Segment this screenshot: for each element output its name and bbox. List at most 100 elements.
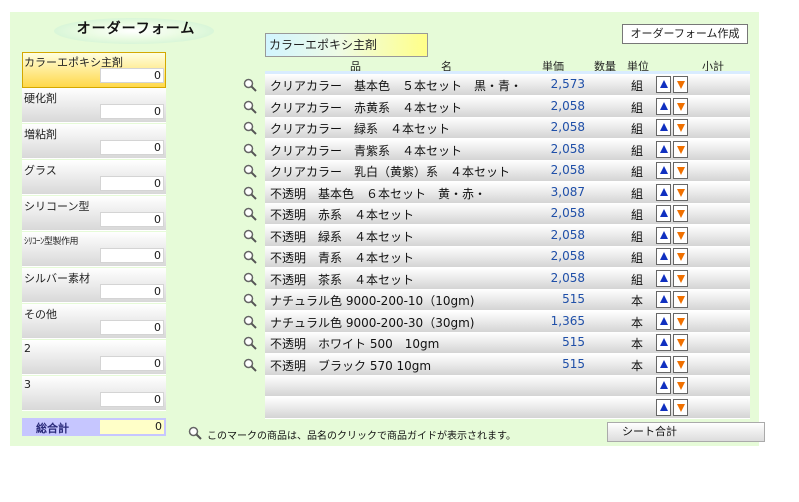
unit-price: 2,058 <box>550 142 585 156</box>
category-item[interactable]: シリコーン型 0 <box>22 196 166 232</box>
unit-price: 2,058 <box>550 206 585 220</box>
increase-quantity-button[interactable] <box>656 270 671 287</box>
increase-quantity-button[interactable] <box>656 356 671 373</box>
subtotal-cell <box>691 183 750 201</box>
category-item[interactable]: 2 0 <box>22 340 166 376</box>
magnifier-icon[interactable] <box>243 143 257 157</box>
category-count: 0 <box>100 176 164 191</box>
increase-quantity-button[interactable] <box>656 313 671 330</box>
magnifier-icon <box>188 426 202 440</box>
increase-quantity-button[interactable] <box>656 399 671 416</box>
arrow-down-icon <box>677 296 685 304</box>
magnifier-icon[interactable] <box>243 250 257 264</box>
increase-quantity-button[interactable] <box>656 334 671 351</box>
magnifier-icon[interactable] <box>243 315 257 329</box>
increase-quantity-button[interactable] <box>656 141 671 158</box>
subtotal-cell <box>691 247 750 265</box>
category-item[interactable]: 硬化剤 0 <box>22 88 166 124</box>
magnifier-icon[interactable] <box>243 186 257 200</box>
category-item[interactable]: グラス 0 <box>22 160 166 196</box>
sheet-total-button[interactable]: シート合計 <box>607 422 765 442</box>
decrease-quantity-button[interactable] <box>673 98 688 115</box>
product-name[interactable]: ナチュラル色 9000-200-30（30gm) <box>270 314 474 331</box>
table-row: 不透明 ブラック 570 10gm 515 本 <box>265 354 750 376</box>
increase-quantity-button[interactable] <box>656 76 671 93</box>
table-row: クリアカラー 赤黄系 ４本セット 2,058 組 <box>265 96 750 118</box>
decrease-quantity-button[interactable] <box>673 205 688 222</box>
product-name[interactable]: 不透明 ホワイト 500 10gm <box>270 335 439 352</box>
decrease-quantity-button[interactable] <box>673 162 688 179</box>
unit-price: 3,087 <box>550 185 585 199</box>
increase-quantity-button[interactable] <box>656 98 671 115</box>
order-form-app: オーダーフォーム カラーエポキシ主剤 0 硬化剤 0 増粘剤 0 グラス 0 シ… <box>10 12 765 446</box>
decrease-quantity-button[interactable] <box>673 270 688 287</box>
product-name[interactable]: ナチュラル色 9000-200-10（10gm) <box>270 292 474 309</box>
arrow-up-icon <box>660 188 668 196</box>
decrease-quantity-button[interactable] <box>673 248 688 265</box>
increase-quantity-button[interactable] <box>656 119 671 136</box>
magnifier-icon[interactable] <box>243 336 257 350</box>
arrow-down-icon <box>677 382 685 390</box>
increase-quantity-button[interactable] <box>656 377 671 394</box>
magnifier-icon[interactable] <box>243 100 257 114</box>
magnifier-icon[interactable] <box>243 293 257 307</box>
decrease-quantity-button[interactable] <box>673 399 688 416</box>
unit-label: 本 <box>631 294 644 308</box>
decrease-quantity-button[interactable] <box>673 76 688 93</box>
unit-label: 組 <box>631 79 644 93</box>
subtotal-cell <box>691 333 750 351</box>
subtotal-cell <box>691 355 750 373</box>
category-item[interactable]: ｼﾘｺｰﾝ型製作用 0 <box>22 232 166 268</box>
arrow-up-icon <box>660 231 668 239</box>
magnifier-icon[interactable] <box>243 78 257 92</box>
magnifier-icon[interactable] <box>243 207 257 221</box>
unit-price: 2,058 <box>550 271 585 285</box>
product-name[interactable]: 不透明 ブラック 570 10gm <box>270 357 431 374</box>
increase-quantity-button[interactable] <box>656 227 671 244</box>
category-item[interactable]: その他 0 <box>22 304 166 340</box>
product-name[interactable]: クリアカラー 赤黄系 ４本セット <box>270 99 462 116</box>
category-item[interactable]: カラーエポキシ主剤 0 <box>22 52 166 88</box>
category-sidebar: カラーエポキシ主剤 0 硬化剤 0 増粘剤 0 グラス 0 シリコーン型 0 ｼ… <box>22 52 166 412</box>
decrease-quantity-button[interactable] <box>673 141 688 158</box>
category-item[interactable]: 3 0 <box>22 376 166 412</box>
table-row: クリアカラー 乳白（黄紫）系 ４本セット 2,058 組 <box>265 160 750 182</box>
decrease-quantity-button[interactable] <box>673 377 688 394</box>
increase-quantity-button[interactable] <box>656 184 671 201</box>
product-name[interactable]: クリアカラー 緑系 ４本セット <box>270 120 450 137</box>
product-name[interactable]: クリアカラー 青紫系 ４本セット <box>270 142 462 159</box>
decrease-quantity-button[interactable] <box>673 334 688 351</box>
increase-quantity-button[interactable] <box>656 291 671 308</box>
unit-price: 1,365 <box>550 314 585 328</box>
table-row: 不透明 基本色 ６本セット 黄・赤・ 3,087 組 <box>265 182 750 204</box>
product-name[interactable]: 不透明 緑系 ４本セット <box>270 228 414 245</box>
product-name[interactable]: 不透明 青系 ４本セット <box>270 249 414 266</box>
category-item[interactable]: シルバー素材 0 <box>22 268 166 304</box>
product-name[interactable]: クリアカラー 基本色 ５本セット 黒・青・ <box>270 77 522 94</box>
arrow-down-icon <box>677 103 685 111</box>
unit-price: 515 <box>562 357 585 371</box>
decrease-quantity-button[interactable] <box>673 291 688 308</box>
decrease-quantity-button[interactable] <box>673 227 688 244</box>
increase-quantity-button[interactable] <box>656 248 671 265</box>
product-name[interactable]: クリアカラー 乳白（黄紫）系 ４本セット <box>270 163 510 180</box>
decrease-quantity-button[interactable] <box>673 119 688 136</box>
create-order-form-button[interactable]: オーダーフォーム作成 <box>622 24 748 44</box>
product-name[interactable]: 不透明 赤系 ４本セット <box>270 206 414 223</box>
increase-quantity-button[interactable] <box>656 205 671 222</box>
product-name[interactable]: 不透明 基本色 ６本セット 黄・赤・ <box>270 185 486 202</box>
table-row: 不透明 赤系 ４本セット 2,058 組 <box>265 203 750 225</box>
magnifier-icon[interactable] <box>243 358 257 372</box>
category-item[interactable]: 増粘剤 0 <box>22 124 166 160</box>
decrease-quantity-button[interactable] <box>673 313 688 330</box>
product-name[interactable]: 不透明 茶系 ４本セット <box>270 271 414 288</box>
increase-quantity-button[interactable] <box>656 162 671 179</box>
magnifier-icon[interactable] <box>243 164 257 178</box>
magnifier-icon[interactable] <box>243 229 257 243</box>
decrease-quantity-button[interactable] <box>673 184 688 201</box>
magnifier-icon[interactable] <box>243 272 257 286</box>
magnifier-icon[interactable] <box>243 121 257 135</box>
unit-label: 本 <box>631 359 644 373</box>
table-row <box>265 397 750 419</box>
decrease-quantity-button[interactable] <box>673 356 688 373</box>
